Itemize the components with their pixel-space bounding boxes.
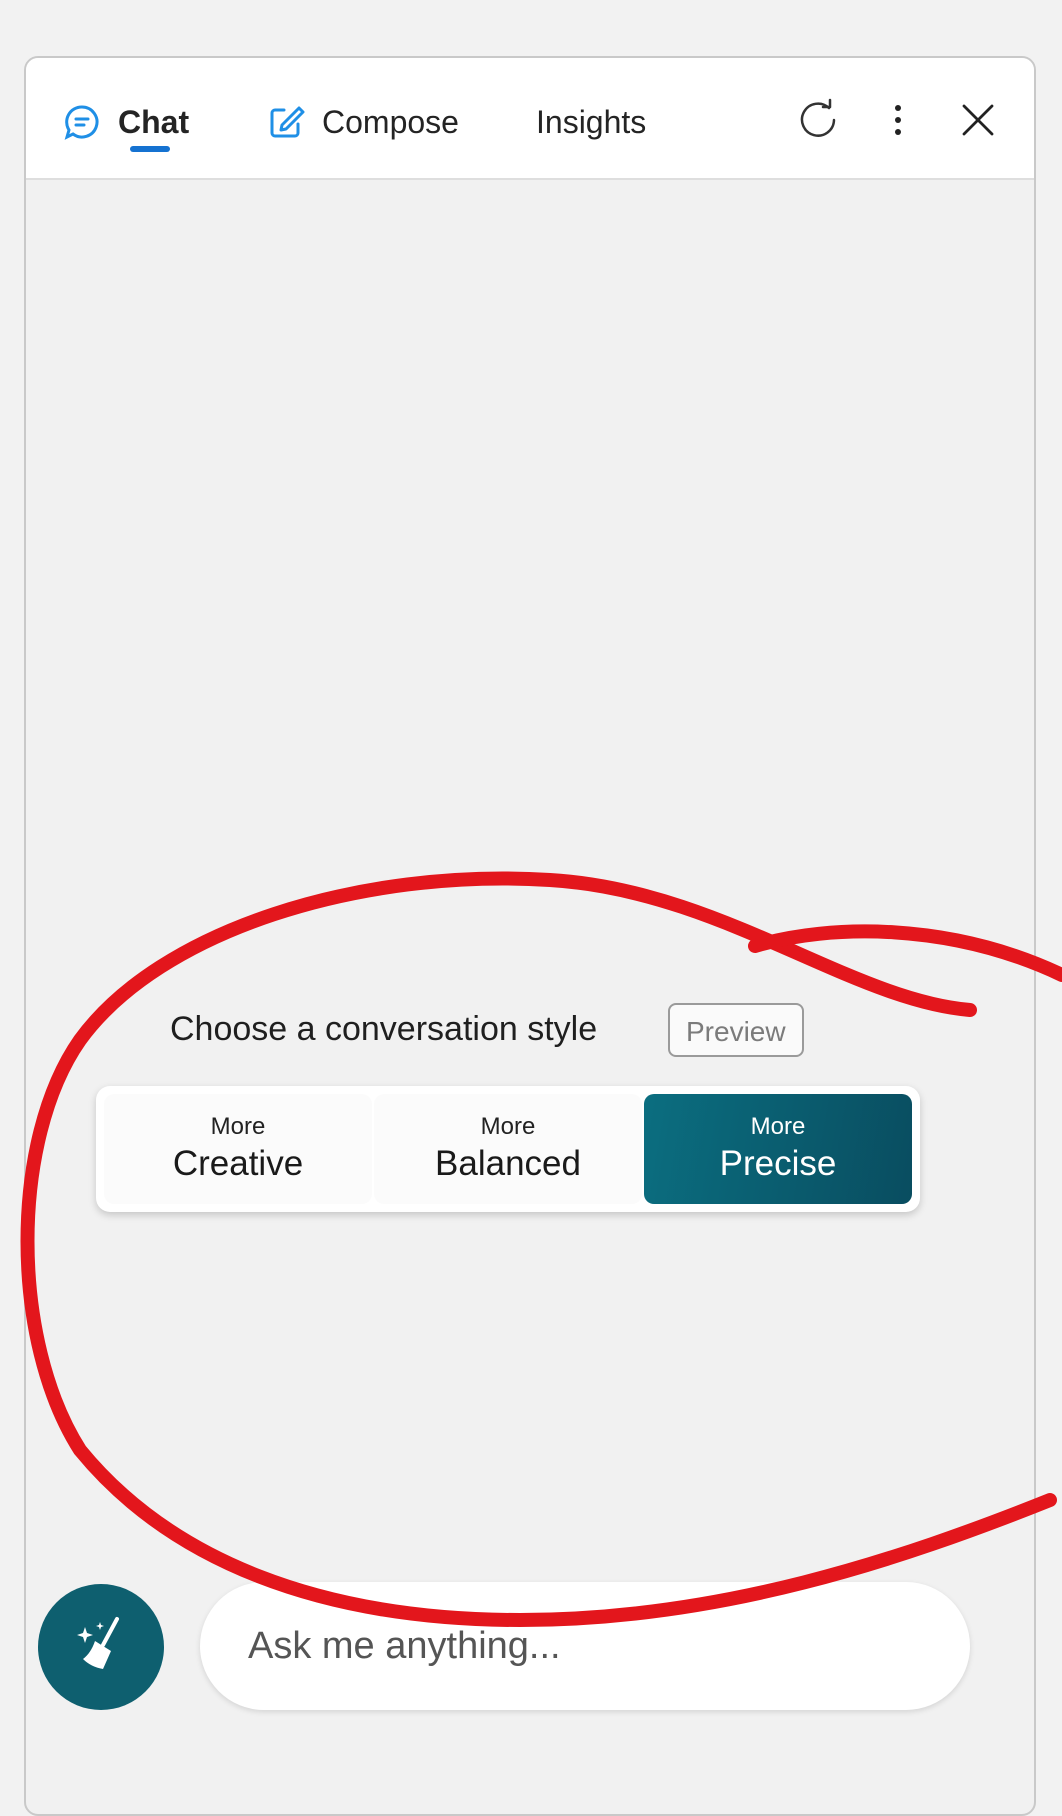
tab-compose-label: Compose [322,104,459,140]
more-vertical-icon [892,102,904,143]
tab-insights-label: Insights [536,104,647,140]
style-option-label: Precise [719,1144,837,1183]
style-option-label: Balanced [435,1144,581,1183]
compose-icon [266,102,306,142]
preview-badge: Preview [668,1003,804,1057]
style-option-balanced[interactable]: More Balanced [374,1094,642,1204]
refresh-icon [796,98,840,147]
style-option-precise[interactable]: More Precise [644,1094,912,1204]
selected-tab-indicator [130,146,170,152]
ask-input[interactable] [200,1582,970,1710]
copilot-chat-panel: Chat Compose Insights [24,56,1036,1816]
panel-header: Chat Compose Insights [26,58,1034,180]
tab-compose[interactable]: Compose [266,102,459,142]
style-option-label: Creative [172,1144,304,1183]
conversation-style-title: Choose a conversation style [170,1010,598,1048]
style-option-prefix: More [480,1113,536,1140]
conversation-style-selector: More Creative More Balanced More Precise [96,1086,920,1212]
tab-chat[interactable]: Chat [62,102,189,142]
tab-insights[interactable]: Insights [536,102,646,142]
style-option-prefix: More [210,1113,266,1140]
close-button[interactable] [954,98,1002,146]
chat-bubble-icon [62,102,102,142]
broom-sparkle-icon [69,1613,133,1682]
style-option-creative[interactable]: More Creative [104,1094,372,1204]
tab-chat-label: Chat [118,104,190,140]
more-options-button[interactable] [874,98,922,146]
close-icon [960,102,996,143]
refresh-button[interactable] [794,98,842,146]
new-topic-button[interactable] [38,1584,164,1710]
style-option-prefix: More [750,1113,806,1140]
